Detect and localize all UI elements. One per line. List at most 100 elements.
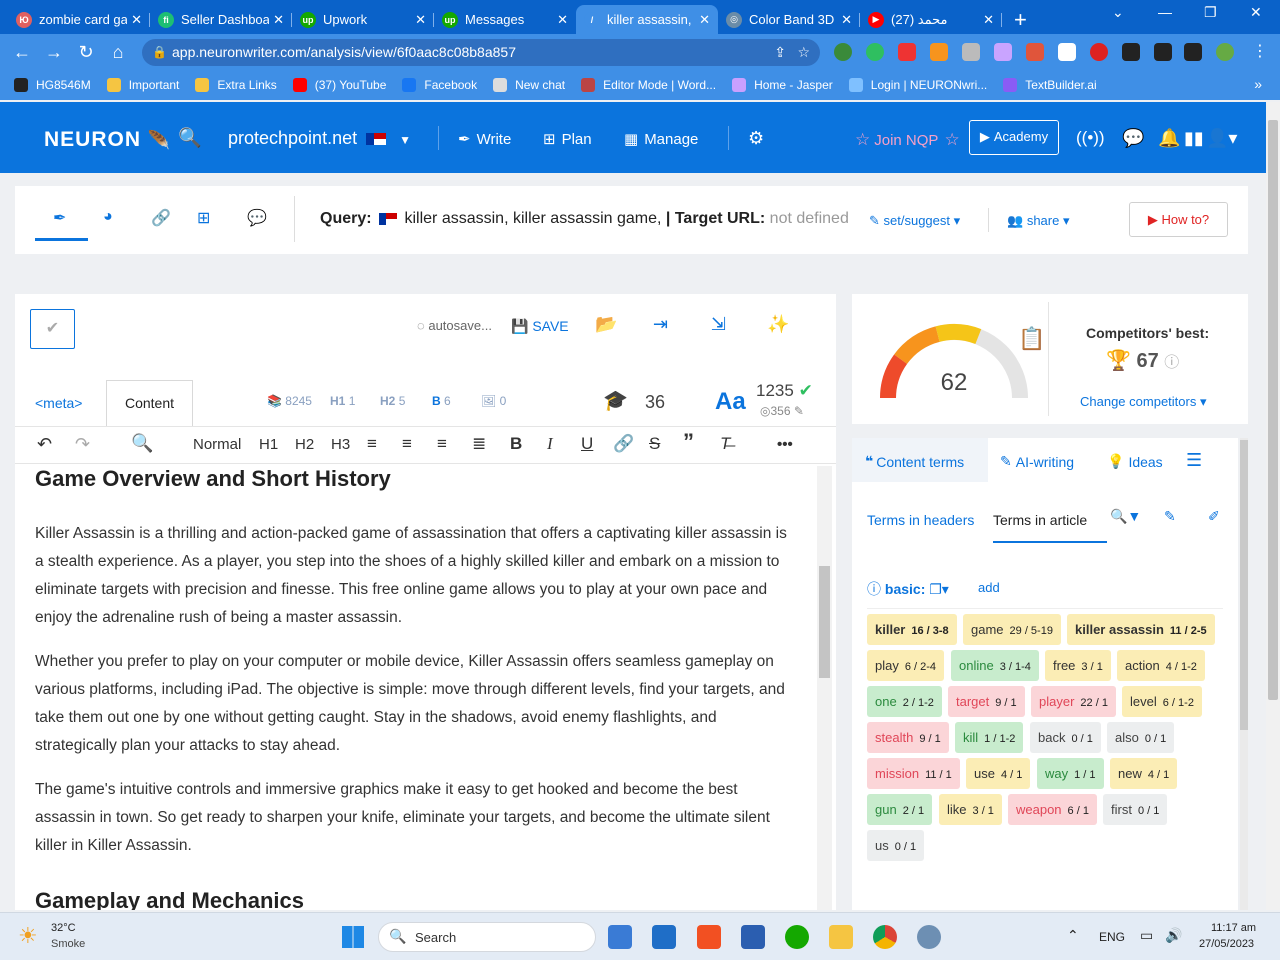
more-options-icon[interactable]: ••• <box>777 436 793 453</box>
bookmark-item[interactable]: TextBuilder.ai <box>1003 78 1097 92</box>
editor-feather-icon[interactable]: ✒ <box>53 208 66 228</box>
browser-tab[interactable]: Юzombie card ga ✕ <box>8 5 150 34</box>
close-tab-icon[interactable]: ✕ <box>841 12 852 28</box>
browser-menu-icon[interactable]: ⋮ <box>1252 41 1268 61</box>
page-scrollbar-thumb[interactable] <box>1268 120 1278 700</box>
undo-icon[interactable]: ↶ <box>37 434 52 455</box>
editor-scrollbar[interactable] <box>817 466 832 910</box>
paragraph-style-select[interactable]: Normal <box>193 436 241 453</box>
browser-tab[interactable]: up Upwork ✕ <box>292 5 434 34</box>
clear-format-icon[interactable]: T̶ <box>720 434 730 454</box>
terms-scrollbar-thumb[interactable] <box>1240 440 1248 730</box>
close-tab-icon[interactable]: ✕ <box>273 12 284 28</box>
term-chip[interactable]: online 3 / 1-4 <box>951 650 1039 681</box>
add-term-button[interactable]: add <box>978 580 1000 595</box>
copy-icon[interactable]: ❐▾ <box>929 581 949 597</box>
tab-content-terms[interactable]: ❝ Content terms <box>865 453 964 470</box>
strikethrough-icon[interactable]: S <box>649 434 660 454</box>
term-chip[interactable]: mission 11 / 1 <box>867 758 960 789</box>
new-tab-button[interactable]: + <box>1014 5 1027 34</box>
term-chip[interactable]: also 0 / 1 <box>1107 722 1175 753</box>
browser-tab[interactable]: / killer assassin, ✕ <box>576 5 718 34</box>
settings-gear-icon[interactable]: ⚙ <box>748 128 764 149</box>
h2-button[interactable]: H2 <box>295 436 314 453</box>
import-icon[interactable]: ⇲ <box>711 314 726 335</box>
extension-house-icon[interactable] <box>1058 43 1076 61</box>
editor-scrollbar-thumb[interactable] <box>819 566 830 678</box>
term-chip[interactable]: new 4 / 1 <box>1110 758 1178 789</box>
project-selector[interactable]: protechpoint.net ▼ <box>228 128 411 149</box>
clock-time[interactable]: 11:17 am <box>1211 922 1256 934</box>
term-chip[interactable]: like 3 / 1 <box>939 794 1002 825</box>
extension-camera-icon[interactable] <box>962 43 980 61</box>
extension-grammarly-icon[interactable] <box>866 43 884 61</box>
align-justify-icon[interactable]: ≣ <box>472 434 486 454</box>
windows-start-icon[interactable] <box>342 926 364 948</box>
close-window-button[interactable]: ✕ <box>1250 4 1262 21</box>
save-button[interactable]: 💾 SAVE <box>511 318 569 335</box>
sliders-icon[interactable]: ☰ <box>1186 450 1202 471</box>
term-chip[interactable]: gun 2 / 1 <box>867 794 933 825</box>
tab-ai-writing[interactable]: ✎ AI-writing <box>1000 453 1074 470</box>
browser-tab[interactable]: fi Seller Dashboa ✕ <box>150 5 292 34</box>
redo-icon[interactable]: ↷ <box>75 434 90 455</box>
word-app-icon[interactable] <box>741 925 765 949</box>
set-suggest-button[interactable]: ✎ set/suggest ▾ <box>869 213 960 229</box>
extension-red-icon[interactable] <box>898 43 916 61</box>
term-chip[interactable]: way 1 / 1 <box>1037 758 1104 789</box>
academy-button[interactable]: ▶ Academy <box>969 120 1059 155</box>
bookmark-item[interactable]: Facebook <box>402 78 477 92</box>
bookmark-item[interactable]: Editor Mode | Word... <box>581 78 716 92</box>
upwork-app-icon[interactable] <box>785 925 809 949</box>
bold-icon[interactable]: B <box>510 434 522 454</box>
change-competitors-button[interactable]: Change competitors ▾ <box>1080 394 1206 410</box>
highlighter-icon[interactable]: ✎ <box>1164 508 1176 525</box>
bookmark-item[interactable]: HG8546M <box>14 78 91 92</box>
tab-ideas[interactable]: 💡 Ideas <box>1107 453 1163 470</box>
term-chip[interactable]: first 0 / 1 <box>1103 794 1168 825</box>
close-tab-icon[interactable]: ✕ <box>557 12 568 28</box>
nav-plan[interactable]: ⊞ Plan <box>543 130 592 149</box>
link-icon[interactable]: 🔗 <box>151 208 171 228</box>
close-tab-icon[interactable]: ✕ <box>983 12 994 28</box>
how-to-button[interactable]: ▶ How to? <box>1129 202 1228 237</box>
close-tab-icon[interactable]: ✕ <box>415 12 426 28</box>
link-icon[interactable]: 🔗 <box>613 434 634 454</box>
align-left-icon[interactable]: ≡ <box>367 434 377 454</box>
broadcast-icon[interactable]: ((•)) <box>1076 128 1105 148</box>
tab-search-icon[interactable]: ⌄ <box>1112 4 1124 21</box>
folder-icon[interactable]: 📂 <box>595 314 617 335</box>
home-icon[interactable]: ⌂ <box>102 42 134 63</box>
restore-button[interactable]: ❐ <box>1204 4 1217 21</box>
volume-icon[interactable]: 🔊 <box>1165 927 1182 944</box>
share-page-icon[interactable]: ⇪ <box>774 39 786 66</box>
find-icon[interactable]: 🔍 <box>131 433 153 454</box>
search-icon[interactable]: 🔍 <box>178 126 202 150</box>
bookmark-item[interactable]: Home - Jasper <box>732 78 833 92</box>
term-chip[interactable]: action 4 / 1-2 <box>1117 650 1205 681</box>
share-button[interactable]: 👥 share ▾ <box>1007 213 1069 229</box>
browser-tab[interactable]: ▶ محمد (27) ✕ <box>860 5 1002 34</box>
extension-w-icon[interactable] <box>1090 43 1108 61</box>
term-chip[interactable]: weapon 6 / 1 <box>1008 794 1097 825</box>
bookmarks-more-icon[interactable]: » <box>1254 76 1262 92</box>
browser-tab[interactable]: up Messages ✕ <box>434 5 576 34</box>
chat-icon[interactable]: 💬 <box>1122 128 1144 149</box>
term-chip[interactable]: back 0 / 1 <box>1030 722 1101 753</box>
document-content[interactable]: Game Overview and Short History Killer A… <box>35 466 795 910</box>
term-chip[interactable]: free 3 / 1 <box>1045 650 1111 681</box>
structure-icon[interactable]: ⊞ <box>197 208 210 228</box>
neuron-logo[interactable]: NEURON 🪶 <box>44 128 171 152</box>
subtab-terms-in-article[interactable]: Terms in article <box>993 512 1087 528</box>
language-indicator[interactable]: ENG <box>1099 930 1125 944</box>
term-chip[interactable]: player 22 / 1 <box>1031 686 1116 717</box>
office-app-icon[interactable] <box>697 925 721 949</box>
extension-globe-icon[interactable] <box>834 43 852 61</box>
user-icon[interactable]: 👤▾ <box>1206 128 1237 149</box>
term-chip[interactable]: play 6 / 2-4 <box>867 650 945 681</box>
taskbar-search[interactable]: 🔍 Search <box>378 922 596 952</box>
side-panel-icon[interactable] <box>1184 43 1202 61</box>
mail-app-icon[interactable] <box>652 925 676 949</box>
reload-icon[interactable]: ↻ <box>70 42 102 63</box>
notepad-app-icon[interactable] <box>608 925 632 949</box>
